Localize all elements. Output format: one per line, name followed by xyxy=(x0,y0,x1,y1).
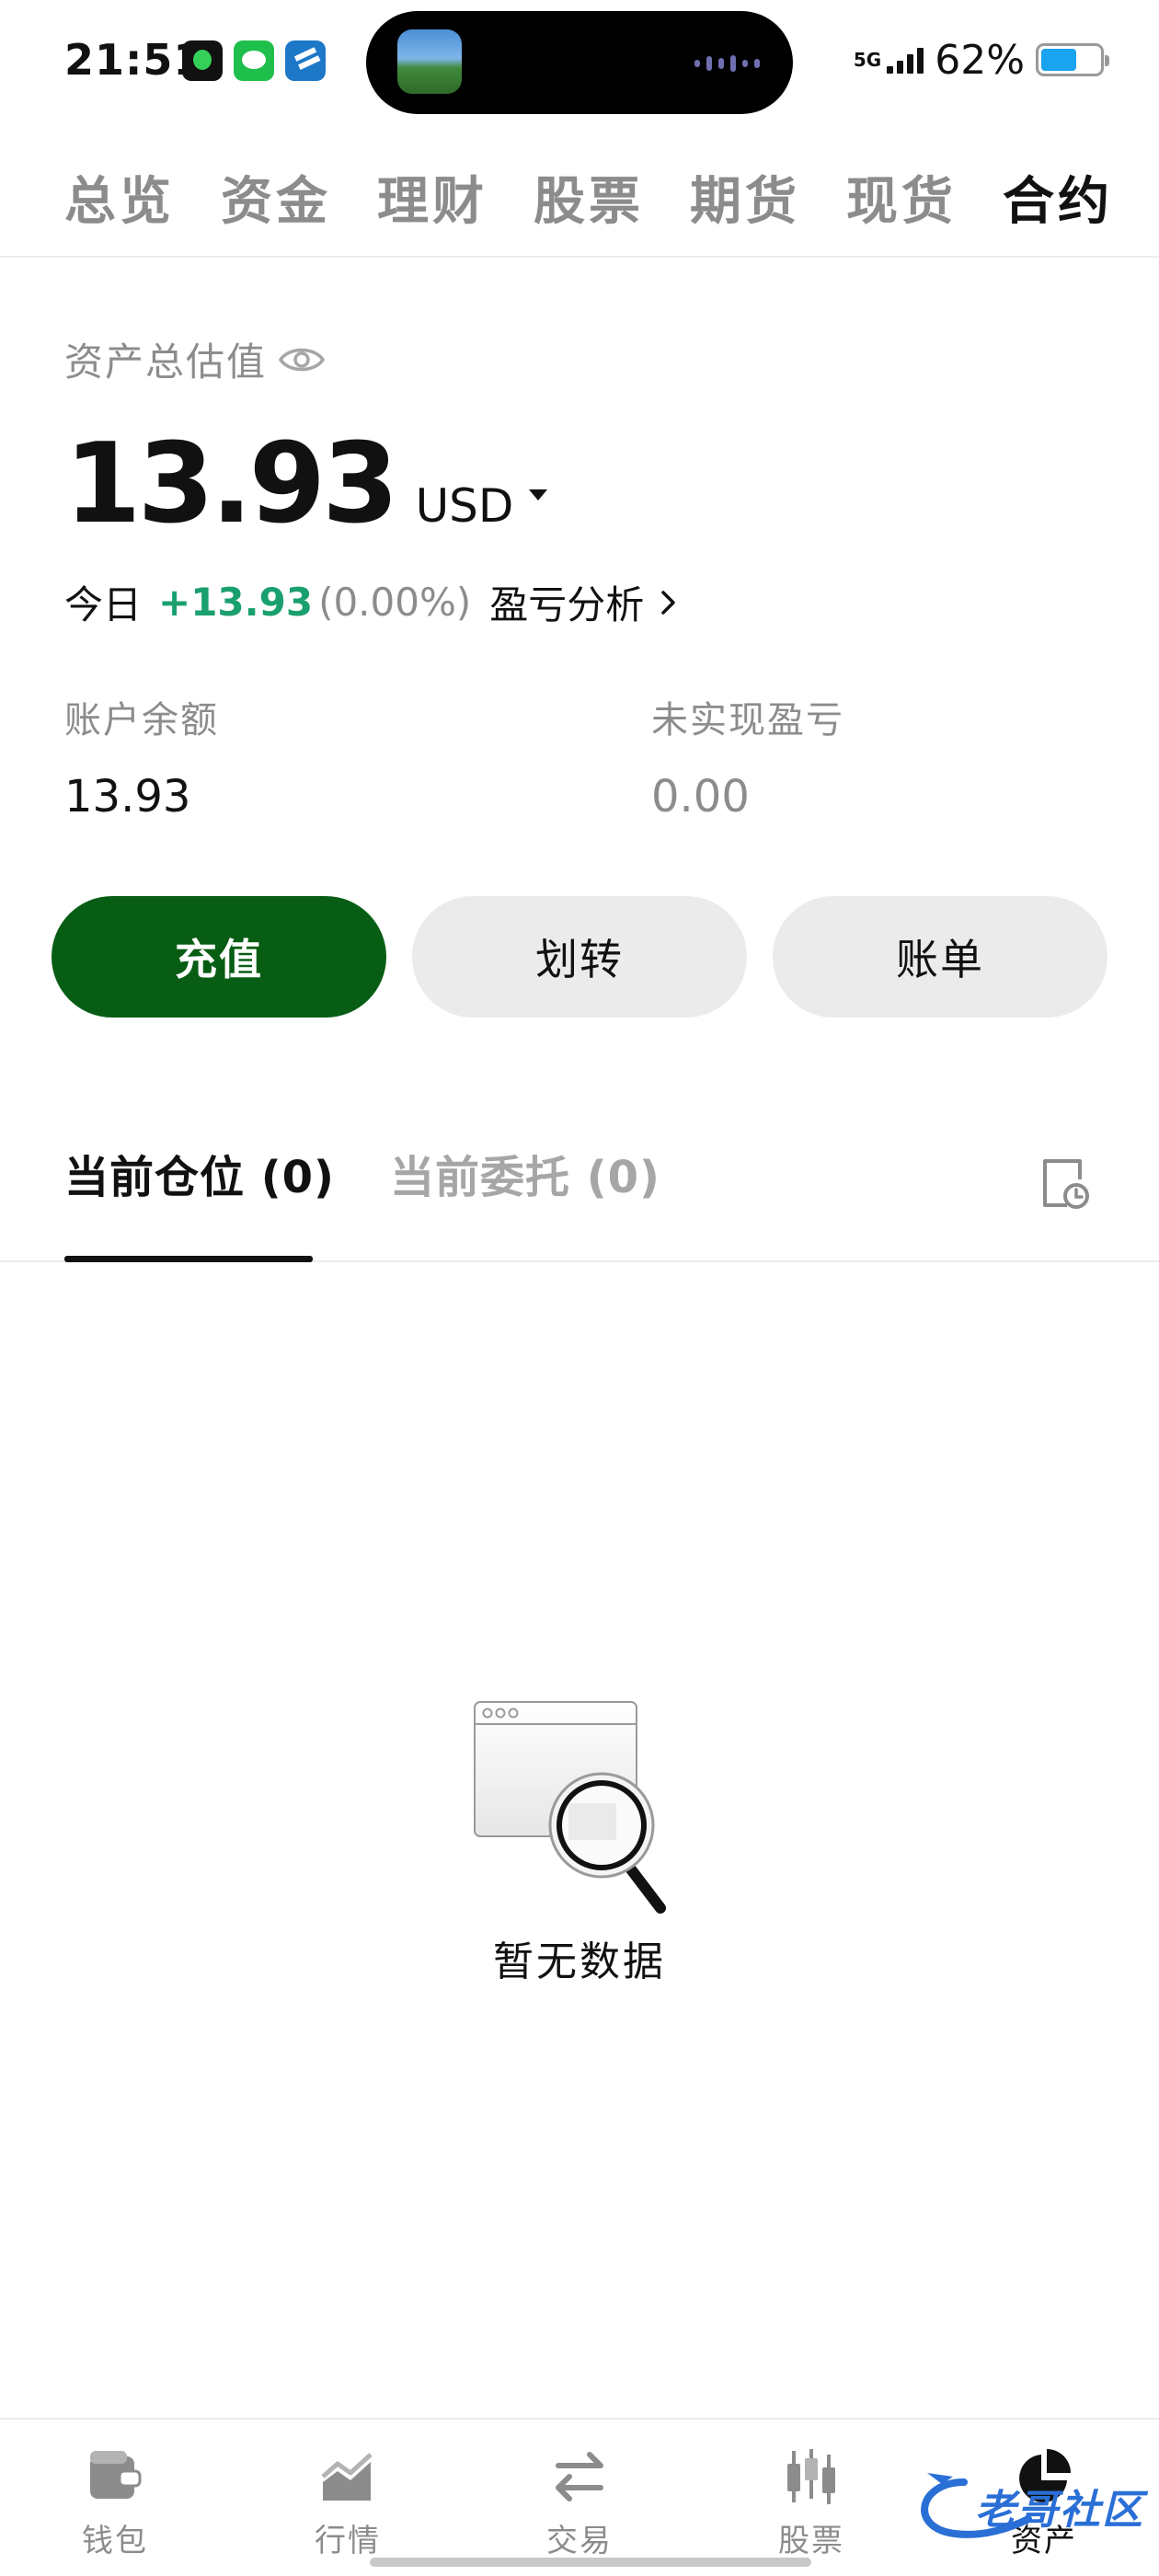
unrealized-pnl-stat: 未实现盈亏 0.00 xyxy=(651,690,844,822)
wechat-notification-icon xyxy=(234,40,274,81)
asset-label-row: 资产总估值 xyxy=(64,331,326,387)
nav-wallet-label: 钱包 xyxy=(82,2523,148,2559)
transfer-button[interactable]: 划转 xyxy=(412,896,747,1018)
empty-search-illustration xyxy=(474,1701,666,1914)
pnl-analysis-link[interactable]: 盈亏分析 xyxy=(489,574,644,630)
today-pnl-row: 今日 +13.93 (0.00%) 盈亏分析 xyxy=(64,574,679,630)
position-tabs: 当前仓位 (0) 当前委托 (0) xyxy=(0,1104,1159,1262)
active-tab-underline xyxy=(64,1256,313,1262)
app-notification-icon xyxy=(285,40,326,81)
today-pnl-value: +13.93 xyxy=(158,580,314,625)
nav-wallet[interactable]: 钱包 xyxy=(46,2447,184,2560)
nav-market[interactable]: 行情 xyxy=(279,2447,417,2560)
market-chart-icon xyxy=(321,2453,373,2501)
album-art xyxy=(397,29,462,94)
tab-spot[interactable]: 现货 xyxy=(846,160,957,235)
balance-stat: 账户余额 13.93 xyxy=(64,690,219,822)
network-type: 5G xyxy=(853,49,882,71)
today-label: 今日 xyxy=(64,582,143,627)
tab-current-orders[interactable]: 当前委托 (0) xyxy=(390,1141,660,1205)
asset-total-label: 资产总估值 xyxy=(64,339,268,385)
tab-overview[interactable]: 总览 xyxy=(64,160,175,235)
unrealized-pnl-value: 0.00 xyxy=(651,771,750,822)
audio-wave-icon xyxy=(694,55,760,72)
eye-icon[interactable] xyxy=(278,341,326,378)
wallet-icon xyxy=(90,2451,142,2499)
home-indicator[interactable] xyxy=(370,2558,811,2567)
asset-total-value: 13.93 xyxy=(64,420,399,548)
battery-percent: 62% xyxy=(935,36,1025,84)
tab-stocks[interactable]: 股票 xyxy=(534,160,644,235)
currency-selector[interactable]: USD xyxy=(416,479,514,533)
balance-value: 13.93 xyxy=(64,771,191,822)
trade-swap-icon xyxy=(556,2452,603,2501)
tab-current-positions[interactable]: 当前仓位 (0) xyxy=(64,1141,335,1205)
caret-down-icon[interactable] xyxy=(528,488,548,502)
unrealized-pnl-label: 未实现盈亏 xyxy=(651,699,844,742)
today-pnl-percent: (0.00%) xyxy=(318,580,472,625)
candlestick-icon xyxy=(787,2449,835,2504)
watermark-text: 老哥社区 xyxy=(975,2487,1144,2534)
dynamic-island[interactable] xyxy=(366,11,793,114)
battery-level xyxy=(1041,49,1077,71)
nav-stocks[interactable]: 股票 xyxy=(742,2447,880,2560)
chevron-right-icon[interactable] xyxy=(659,589,679,616)
history-record-icon[interactable] xyxy=(1039,1156,1091,1211)
balance-label: 账户余额 xyxy=(64,699,219,742)
deposit-button[interactable]: 充值 xyxy=(52,896,386,1018)
signal-icon xyxy=(887,46,924,74)
status-bar: 21:51 5G 62% xyxy=(0,0,1159,125)
tab-wealth[interactable]: 理财 xyxy=(377,160,488,235)
bill-button[interactable]: 账单 xyxy=(773,896,1107,1018)
nav-trade[interactable]: 交易 xyxy=(511,2447,648,2560)
asset-value-row: 13.93 USD xyxy=(64,425,548,545)
nav-trade-label: 交易 xyxy=(546,2523,613,2559)
tab-futures[interactable]: 期货 xyxy=(690,160,800,235)
nav-market-label: 行情 xyxy=(315,2523,381,2559)
empty-state-text: 暂无数据 xyxy=(493,1938,666,1985)
music-app-notification-icon xyxy=(182,40,223,81)
contract-assets-page: 21:51 5G 62% 总览 资金 理财 股票 期货 现货 合约 资产总估值 … xyxy=(0,0,1159,2576)
status-indicators: 5G 62% xyxy=(853,36,1109,84)
tab-contract[interactable]: 合约 xyxy=(1003,160,1113,235)
nav-stocks-label: 股票 xyxy=(778,2523,844,2559)
tab-funds[interactable]: 资金 xyxy=(221,160,331,235)
top-tabs: 总览 资金 理财 股票 期货 现货 合约 xyxy=(0,147,1159,258)
battery-icon xyxy=(1036,43,1109,76)
